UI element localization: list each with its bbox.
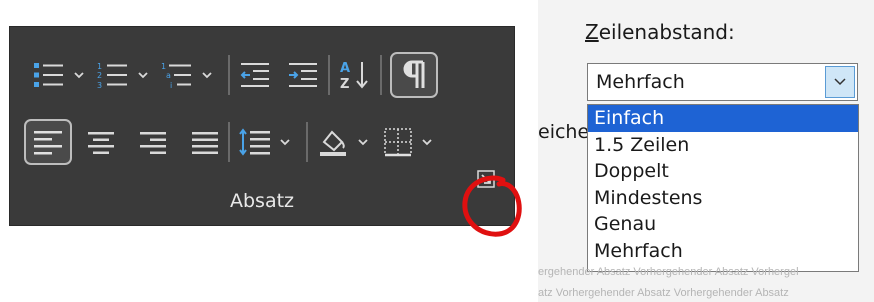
preview-text-line: atz Vorhergehender Absatz Vorhergehender… <box>538 287 789 299</box>
line-spacing-icon <box>239 128 270 156</box>
justify-icon <box>192 132 218 154</box>
chevron-down-icon[interactable] <box>420 135 434 149</box>
svg-text:3: 3 <box>97 81 102 90</box>
numbering-icon: 1 2 3 <box>97 62 127 90</box>
combo-value: Mehrfach <box>596 71 685 93</box>
bullets-button[interactable] <box>32 51 92 99</box>
svg-text:A: A <box>340 61 350 76</box>
ribbon-row-alignment <box>10 112 514 172</box>
separator <box>306 122 308 162</box>
shading-button[interactable] <box>316 118 376 166</box>
chevron-down-icon[interactable] <box>200 68 214 82</box>
line-spacing-label: Zeilenabstand: <box>585 20 735 44</box>
borders-button[interactable] <box>382 118 440 166</box>
option-mindestens[interactable]: Mindestens <box>588 185 858 212</box>
svg-text:a: a <box>166 71 171 80</box>
align-left-button[interactable] <box>24 118 72 166</box>
separator <box>328 55 330 95</box>
increase-indent-icon <box>289 63 317 87</box>
option-einfach[interactable]: Einfach <box>588 105 858 132</box>
paragraph-ribbon-group: 1 2 3 1 a i A Z Absatz <box>9 26 515 226</box>
separator <box>380 55 382 95</box>
center-button[interactable] <box>86 118 116 166</box>
option-genau[interactable]: Genau <box>588 211 858 238</box>
align-right-icon <box>140 132 166 154</box>
borders-icon <box>384 128 412 157</box>
option-doppelt[interactable]: Doppelt <box>588 158 858 185</box>
decrease-indent-button[interactable] <box>238 51 272 99</box>
option-mehrfach[interactable]: Mehrfach <box>588 238 858 265</box>
show-formatting-marks-icon <box>390 52 438 98</box>
chevron-down-icon <box>834 78 846 86</box>
line-spacing-options: Einfach 1.5 Zeilen Doppelt Mindestens Ge… <box>587 104 859 272</box>
bullets-icon <box>34 63 63 87</box>
justify-button[interactable] <box>190 118 220 166</box>
chevron-down-icon[interactable] <box>136 68 150 82</box>
decrease-indent-icon <box>240 63 269 87</box>
svg-text:Z: Z <box>340 77 349 92</box>
align-right-button[interactable] <box>138 118 168 166</box>
group-label: Absatz <box>229 190 295 212</box>
separator <box>228 55 230 95</box>
svg-text:1: 1 <box>97 62 102 71</box>
dropdown-button[interactable] <box>825 66 855 98</box>
preview-text-line: ergehender Absatz Vorhergehender Absatz … <box>538 266 799 278</box>
chevron-down-icon[interactable] <box>72 68 86 82</box>
svg-text:i: i <box>170 81 172 90</box>
svg-text:1: 1 <box>161 62 166 71</box>
show-formatting-marks-button[interactable] <box>390 51 438 99</box>
option-1-5-zeilen[interactable]: 1.5 Zeilen <box>588 132 858 159</box>
increase-indent-button[interactable] <box>286 51 320 99</box>
align-left-icon <box>24 119 72 165</box>
svg-text:2: 2 <box>97 71 102 80</box>
numbering-button[interactable]: 1 2 3 <box>96 51 156 99</box>
separator <box>228 122 230 162</box>
line-spacing-combo[interactable]: Mehrfach <box>587 63 858 101</box>
dialog-launcher-icon[interactable] <box>477 170 495 188</box>
multilevel-list-icon: 1 a i <box>161 62 191 90</box>
sort-icon: A Z <box>340 61 368 92</box>
chevron-down-icon[interactable] <box>278 135 292 149</box>
sort-button[interactable]: A Z <box>338 51 372 99</box>
center-icon <box>88 132 114 154</box>
multilevel-list-button[interactable]: 1 a i <box>160 51 220 99</box>
shading-icon <box>320 130 346 156</box>
line-spacing-button[interactable] <box>238 118 298 166</box>
ribbon-row-lists: 1 2 3 1 a i A Z <box>10 45 514 105</box>
chevron-down-icon[interactable] <box>356 135 370 149</box>
